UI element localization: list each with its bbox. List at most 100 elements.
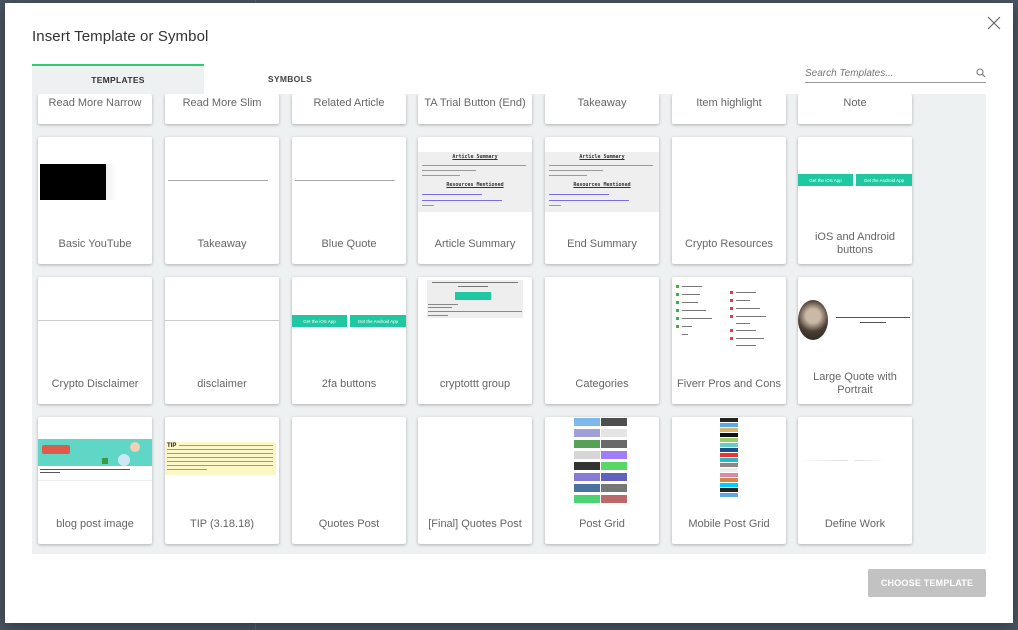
link-line (422, 200, 502, 201)
text-line (432, 282, 518, 283)
template-card[interactable]: Blue Quote (292, 137, 406, 264)
text-line (736, 345, 756, 346)
x-icon (730, 291, 733, 294)
template-card[interactable]: Get the iOS App Get the Android App 2fa bu… (292, 277, 406, 404)
template-card[interactable]: TA Trial Button (End) (418, 94, 532, 124)
text-line (736, 338, 764, 339)
text-line (428, 307, 452, 308)
video-thumbnail (40, 164, 106, 200)
template-card[interactable]: Related Article (292, 94, 406, 124)
text-line (422, 205, 434, 206)
post-thumbnail (720, 473, 738, 477)
template-card[interactable]: Define Work (798, 417, 912, 544)
dialog-title: Insert Template or Symbol (32, 28, 209, 45)
template-card-label: Related Article (313, 97, 385, 109)
template-card[interactable]: Read More Slim (165, 94, 279, 124)
text-line (167, 457, 273, 458)
post-thumbnail (720, 453, 738, 457)
text-line (167, 461, 273, 462)
post-thumbnail (601, 484, 627, 492)
post-thumbnail (574, 495, 600, 503)
portrait-image (798, 300, 828, 340)
post-thumbnail (720, 468, 738, 472)
check-icon (676, 317, 679, 320)
close-icon (987, 16, 1001, 30)
template-preview: Get the iOS App Get the Android App (798, 137, 912, 217)
template-card[interactable]: Crypto Resources (672, 137, 786, 264)
template-card-label: Takeaway (197, 237, 247, 250)
tab-symbols[interactable]: SYMBOLS (204, 64, 376, 94)
close-button[interactable] (986, 15, 1002, 31)
x-icon (730, 329, 733, 332)
template-card-label: End Summary (567, 237, 637, 250)
template-card[interactable]: Takeaway (165, 137, 279, 264)
template-preview (38, 137, 152, 217)
template-card-label: disclaimer (197, 377, 247, 390)
text-line (682, 334, 688, 335)
template-card[interactable]: [Final] Quotes Post (418, 417, 532, 544)
template-preview: Article Summary Resources Mentioned (418, 137, 532, 217)
post-thumbnail (720, 443, 738, 447)
text-line (736, 330, 756, 331)
text-line (549, 205, 561, 206)
template-card-label: iOS and Android buttons (814, 231, 896, 256)
search-icon[interactable] (976, 68, 986, 78)
link-line (549, 200, 629, 201)
template-card[interactable]: Read More Narrow (38, 94, 152, 124)
template-card[interactable]: disclaimer (165, 277, 279, 404)
template-grid[interactable]: Read More Narrow Read More Slim Related Ar… (32, 94, 986, 554)
template-preview (672, 277, 786, 357)
post-thumbnail (720, 418, 738, 422)
post-thumbnail (601, 451, 627, 459)
text-line (736, 292, 756, 293)
text-line (682, 310, 706, 311)
tab-templates[interactable]: TEMPLATES (32, 64, 204, 94)
search-input[interactable] (805, 68, 965, 79)
post-thumbnail (574, 462, 600, 470)
template-card[interactable]: Article Summary Resources Mentioned Articl… (418, 137, 532, 264)
choose-template-button[interactable]: CHOOSE TEMPLATE (868, 569, 986, 597)
template-card[interactable]: Mobile Post Grid (672, 417, 786, 544)
template-card[interactable]: Fiverr Pros and Cons (672, 277, 786, 404)
text-line (428, 304, 458, 305)
template-preview (418, 417, 532, 497)
template-card-label: Item highlight (696, 97, 762, 109)
template-card[interactable]: Categories (545, 277, 659, 404)
template-card[interactable]: Large Quote with Portrait (798, 277, 912, 404)
template-card[interactable]: Basic YouTube (38, 137, 152, 264)
text-line (168, 180, 268, 181)
template-card[interactable]: Quotes Post (292, 417, 406, 544)
caption-line (40, 472, 60, 473)
divider-line (165, 320, 279, 321)
post-thumbnail (574, 484, 600, 492)
template-card[interactable]: cryptottt group (418, 277, 532, 404)
template-card-label: TA Trial Button (End) (424, 97, 526, 109)
template-card-label: Fiverr Pros and Cons (677, 377, 781, 390)
post-thumbnail (601, 462, 627, 470)
check-icon (676, 309, 679, 312)
text-line (682, 302, 698, 303)
template-card-label: Quotes Post (318, 517, 380, 530)
template-card-label: [Final] Quotes Post (428, 517, 522, 530)
template-card[interactable]: Item highlight (672, 94, 786, 124)
text-line (736, 316, 766, 317)
template-card[interactable]: Article Summary Resources Mentioned End Su… (545, 137, 659, 264)
template-card[interactable]: blog post image (38, 417, 152, 544)
template-card[interactable]: Note (798, 94, 912, 124)
post-thumbnail (720, 448, 738, 452)
post-thumbnail (720, 463, 738, 467)
template-card[interactable]: Post Grid (545, 417, 659, 544)
caption-line (40, 469, 130, 470)
text-line (549, 170, 603, 171)
text-line (682, 326, 692, 327)
template-card[interactable]: Get the iOS App Get the Android App iOS an… (798, 137, 912, 264)
template-card[interactable]: Takeaway (545, 94, 659, 124)
post-thumbnail (720, 478, 738, 482)
post-thumbnail (720, 493, 738, 497)
template-card[interactable]: TIP TIP (3.18.18) (165, 417, 279, 544)
template-card[interactable]: Crypto Disclaimer (38, 277, 152, 404)
quote-line (836, 317, 910, 318)
divider-line (855, 460, 885, 461)
template-preview (38, 277, 152, 357)
template-card-label: Read More Narrow (48, 97, 142, 109)
